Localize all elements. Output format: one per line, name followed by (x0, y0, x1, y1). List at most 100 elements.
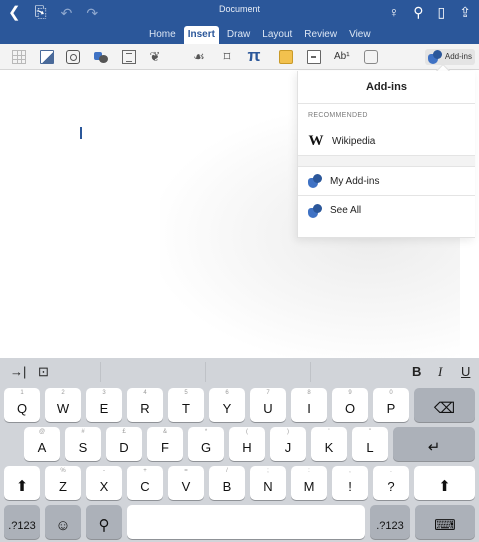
key-b[interactable]: / B (209, 466, 245, 500)
key-m[interactable]: :M (291, 466, 327, 500)
wikipedia-addin[interactable]: W Wikipedia (298, 127, 475, 156)
shift-key-right[interactable]: ⬆ (414, 466, 475, 500)
smartart-icon[interactable]: ❦ (148, 50, 162, 64)
toolbar-divider (205, 362, 206, 382)
numbers-key-label: .?123 (376, 520, 404, 532)
key-e[interactable]: 3E (86, 388, 122, 422)
microphone-icon: ⚲ (98, 517, 110, 534)
dismiss-keyboard-key[interactable]: ⌨ (415, 505, 475, 539)
return-key[interactable]: ↵ (393, 427, 475, 461)
my-addins-item[interactable]: My Add-ins (298, 167, 475, 196)
key-s[interactable]: # S (65, 427, 101, 461)
key-f[interactable]: & F (147, 427, 183, 461)
title-bar: ❮ ⎘ ↶ ↷ Document ♀ ⚲ ▯ ⇪ Home Insert Dra… (0, 0, 479, 45)
emoji-key[interactable]: ☺ (45, 505, 81, 539)
dictation-key[interactable]: ⚲ (86, 505, 122, 539)
key-label: J (284, 440, 292, 455)
key-label: M (303, 479, 315, 494)
tab-home[interactable]: Home (145, 26, 180, 45)
table-icon[interactable] (12, 50, 26, 64)
footnote-icon[interactable]: Ab¹ (334, 50, 356, 64)
key-question[interactable]: .? (373, 466, 409, 500)
keyboard-shortcut-bar: →| ⊡ B I U (0, 358, 479, 386)
lightbulb-icon[interactable]: ♀ (389, 2, 400, 22)
shift-key-left[interactable]: ⬆ (4, 466, 40, 500)
see-all-item[interactable]: See All (298, 196, 475, 225)
key-hint: 2 (61, 390, 65, 396)
equation-icon[interactable]: π (247, 47, 261, 64)
key-y[interactable]: 6Y (209, 388, 245, 422)
search-icon[interactable]: ⚲ (413, 2, 423, 22)
ribbon-tabs: Home Insert Draw Layout Review View (145, 26, 375, 45)
tab-key-icon[interactable]: →| (10, 364, 26, 379)
addins-button[interactable]: Add-ins (424, 49, 475, 65)
delete-key[interactable]: ⌫ (414, 388, 475, 422)
key-d[interactable]: £ D (106, 427, 142, 461)
key-exclamation[interactable]: ,! (332, 466, 368, 500)
key-q[interactable]: 1Q (4, 388, 40, 422)
key-hint: 1 (20, 390, 24, 396)
key-p[interactable]: 0P (373, 388, 409, 422)
numbers-key-left[interactable]: .?123 (4, 505, 40, 539)
key-l[interactable]: " L (352, 427, 388, 461)
key-o[interactable]: 9O (332, 388, 368, 422)
key-c[interactable]: + C (127, 466, 163, 500)
key-z[interactable]: % Z (45, 466, 81, 500)
share-icon[interactable]: ⇪ (459, 2, 471, 22)
key-a[interactable]: @ A (24, 427, 60, 461)
key-v[interactable]: = V (168, 466, 204, 500)
key-label: W (56, 401, 70, 416)
key-hint: 9 (348, 390, 352, 396)
tab-review[interactable]: Review (300, 26, 341, 45)
key-hint: ) (287, 429, 289, 435)
key-g[interactable]: * G (188, 427, 224, 461)
bold-button[interactable]: B (412, 364, 421, 379)
comment-icon[interactable]: ⌑ (220, 50, 234, 64)
paste-icon[interactable]: ⊡ (38, 364, 49, 380)
key-hint: # (81, 429, 85, 435)
italic-button[interactable]: I (438, 364, 442, 380)
tab-layout[interactable]: Layout (258, 26, 296, 45)
key-w[interactable]: 2W (45, 388, 81, 422)
key-i[interactable]: 8I (291, 388, 327, 422)
picture-icon[interactable] (40, 50, 54, 64)
key-label: S (78, 440, 88, 455)
key-hint: % (60, 468, 66, 474)
textbox-icon[interactable] (122, 50, 136, 64)
tablet-icon[interactable]: ▯ (438, 2, 446, 22)
key-hint: " (368, 429, 372, 435)
key-label: A (37, 440, 47, 455)
page-number-icon[interactable] (307, 50, 321, 64)
key-h[interactable]: (H (229, 427, 265, 461)
key-label: C (140, 479, 150, 494)
on-screen-keyboard: →| ⊡ B I U 1Q 2W 3E 4R 5T 6Y 7U 8I 9O 0P… (0, 358, 479, 542)
key-r[interactable]: 4R (127, 388, 163, 422)
key-u[interactable]: 7U (250, 388, 286, 422)
key-label: ! (348, 479, 352, 494)
tab-draw[interactable]: Draw (223, 26, 254, 45)
key-label: N (263, 479, 273, 494)
symbols-icon[interactable]: ☙ (192, 50, 206, 64)
key-t[interactable]: 5T (168, 388, 204, 422)
underline-button[interactable]: U (461, 364, 470, 379)
shapes-icon[interactable] (94, 50, 108, 64)
addins-icon (427, 50, 442, 64)
toolbar-divider (310, 362, 311, 382)
tab-insert[interactable]: Insert (183, 26, 219, 45)
numbers-key-label: .?123 (8, 520, 36, 532)
key-n[interactable]: ; N (250, 466, 286, 500)
key-hint: = (184, 468, 188, 474)
space-bar[interactable] (127, 505, 365, 539)
link-icon[interactable] (364, 50, 378, 64)
key-j[interactable]: ) J (270, 427, 306, 461)
numbers-key-right[interactable]: .?123 (370, 505, 410, 539)
key-k[interactable]: ' K (311, 427, 347, 461)
key-x[interactable]: -X (86, 466, 122, 500)
emoji-icon: ☺ (55, 517, 71, 534)
header-icon[interactable] (279, 50, 293, 64)
camera-icon[interactable] (66, 50, 80, 64)
key-hint: - (103, 468, 105, 474)
key-label: B (222, 479, 232, 494)
tab-view[interactable]: View (345, 26, 375, 45)
key-label: U (263, 401, 273, 416)
